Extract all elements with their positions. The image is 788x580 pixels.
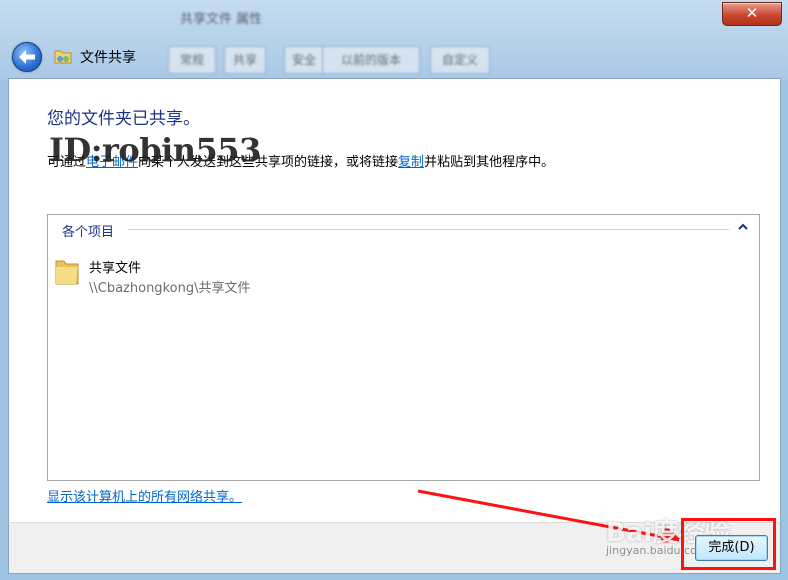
- group-header: 各个项目: [62, 225, 115, 240]
- show-all-shares-link[interactable]: 显示该计算机上的所有网络共享。: [47, 486, 242, 505]
- bg-tab-previous-versions: 以前的版本: [322, 46, 420, 74]
- item-path: \\Cbazhongkong\共享文件: [89, 281, 251, 296]
- wizard-content: 您的文件夹已共享。 可通过电子邮件向某个人发送到这些共享项的链接，或将链接复制并…: [8, 78, 781, 524]
- highlight-box: [681, 518, 776, 570]
- author-watermark: ID:robin553: [49, 131, 261, 169]
- page-heading: 您的文件夹已共享。: [47, 109, 200, 129]
- collapse-chevron-icon[interactable]: [737, 221, 749, 233]
- shared-items-list: 各个项目 共享文件 \\Cbazhongkong\共享文件: [47, 214, 760, 481]
- copy-link[interactable]: 复制: [398, 155, 424, 170]
- wizard-title: 文件共享: [80, 50, 136, 66]
- group-divider: [128, 229, 729, 230]
- close-icon: ✕: [745, 4, 759, 22]
- background-window-title: 共享文件 属性: [180, 12, 263, 27]
- bg-tab-general: 常规: [168, 46, 216, 74]
- bg-tab-sharing: 共享: [224, 46, 266, 74]
- back-button[interactable]: [12, 42, 42, 72]
- file-sharing-icon: [54, 50, 72, 64]
- desc-suffix: 并粘贴到其他程序中。: [424, 155, 555, 170]
- close-button[interactable]: ✕: [722, 2, 782, 26]
- bg-tab-security: 安全: [284, 46, 324, 74]
- bg-tab-customize: 自定义: [430, 46, 490, 74]
- item-name: 共享文件: [89, 261, 142, 276]
- back-arrow-icon: [19, 50, 35, 64]
- folder-icon: [55, 260, 79, 285]
